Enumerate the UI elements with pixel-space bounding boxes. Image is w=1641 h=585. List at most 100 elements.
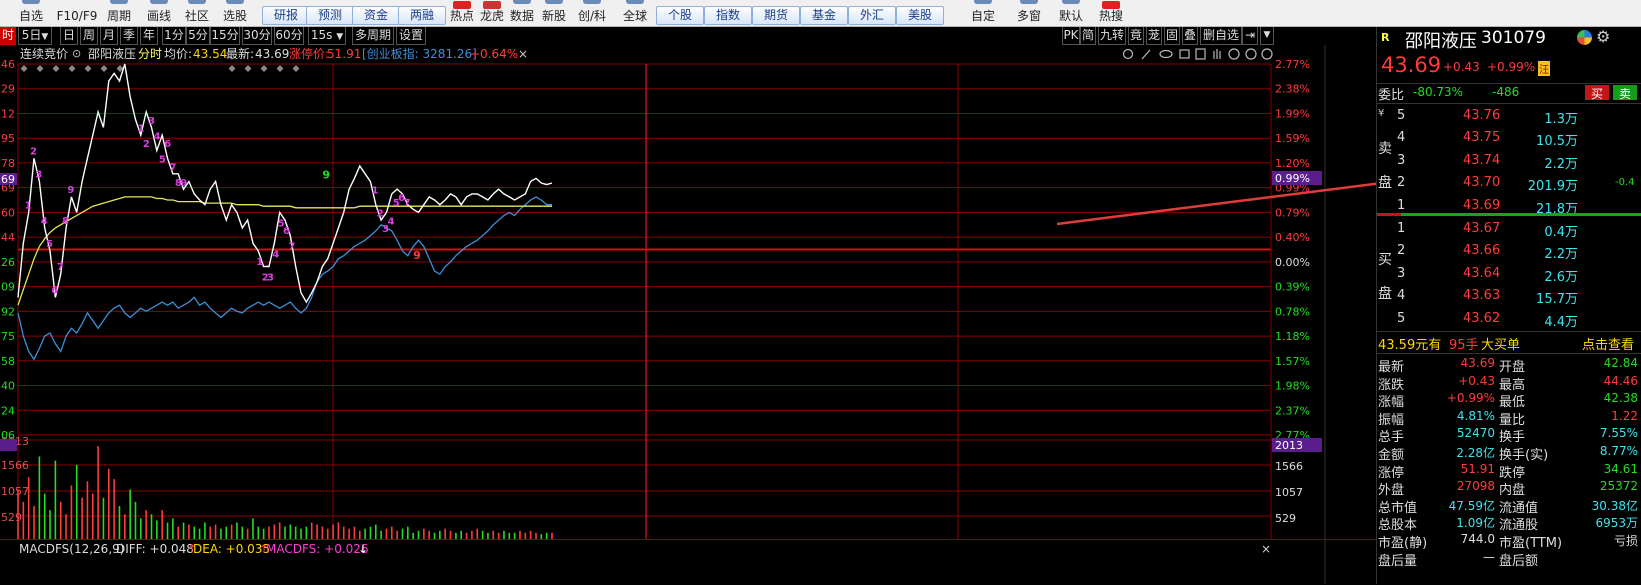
period-tab-day[interactable]: 日 bbox=[60, 27, 78, 45]
stock-name: 邵阳液压 bbox=[1405, 31, 1477, 52]
order-volume: 15.7万 bbox=[1536, 292, 1578, 308]
toolbar-global[interactable]: 全球 bbox=[620, 0, 650, 26]
fix-button[interactable]: 固 bbox=[1164, 27, 1180, 45]
stats-value: 34.61 bbox=[1603, 461, 1638, 476]
sequence-nine-green: 9 bbox=[322, 168, 330, 181]
margin-button[interactable]: 两融 bbox=[398, 6, 446, 25]
period-tab-season[interactable]: 季 bbox=[120, 27, 138, 45]
toolbar-ipo[interactable]: 新股 bbox=[540, 0, 568, 26]
stats-row: 金额 2.28亿 换手(实) 8.77% bbox=[1377, 444, 1641, 463]
order-level: 1 bbox=[1397, 197, 1406, 213]
buy-level-2[interactable]: 2 43.66 2.2万 bbox=[1377, 241, 1641, 262]
period-tab-15min[interactable]: 15分 bbox=[210, 27, 240, 45]
forex-tab-button[interactable]: 外汇 bbox=[848, 6, 896, 25]
period-tab-year[interactable]: 年 bbox=[140, 27, 158, 45]
intraday-chart[interactable]: 连续竞价 ⊙ 邵阳液压 分时 均价: 43.54 最新: 43.69 涨停价: … bbox=[0, 45, 1376, 584]
gear-icon[interactable]: ⚙ bbox=[1596, 27, 1610, 46]
funds-button[interactable]: 资金 bbox=[352, 6, 400, 25]
toolbar-custom[interactable]: 自定 bbox=[968, 0, 998, 26]
sequence-label-up: 7 bbox=[57, 262, 64, 273]
period-tab-month[interactable]: 月 bbox=[100, 27, 118, 45]
toolbar-default[interactable]: 默认 bbox=[1056, 0, 1086, 26]
toolbar-watchlist[interactable]: 自选 bbox=[14, 0, 48, 26]
period-tab-60min[interactable]: 60分 bbox=[274, 27, 304, 45]
sell-level-3[interactable]: 3 43.74 2.2万 bbox=[1377, 151, 1641, 172]
price-axis-label: 26 bbox=[1, 256, 15, 269]
period-tab-settings[interactable]: 设置 bbox=[396, 27, 426, 45]
view-detail-link[interactable]: 点击查看 bbox=[1582, 334, 1634, 353]
fund-tab-button[interactable]: 基金 bbox=[800, 6, 848, 25]
sell-level-2[interactable]: 2 43.70 201.9万 -0.4 bbox=[1377, 173, 1641, 194]
toolbar-draw[interactable]: 画线 bbox=[144, 0, 174, 26]
period-tab-5day[interactable]: 5日▼ bbox=[18, 27, 52, 45]
price-axis-label: 44 bbox=[1, 231, 15, 244]
buy-level-4[interactable]: 4 43.63 15.7万 bbox=[1377, 286, 1641, 308]
sequence-label-up: 3 bbox=[35, 169, 42, 180]
toolbar-data[interactable]: 数据 bbox=[508, 0, 536, 26]
auction-button[interactable]: 竟 bbox=[1128, 27, 1144, 45]
toolbar-community[interactable]: 社区 bbox=[182, 0, 212, 26]
order-price: 43.67 bbox=[1463, 221, 1501, 236]
price-axis-label: 12 bbox=[1, 107, 15, 120]
toolbar-hot-search[interactable]: 热搜 bbox=[1096, 0, 1126, 26]
sell-level-4[interactable]: 4 43.75 10.5万 bbox=[1377, 128, 1641, 149]
buy-button[interactable]: 买 bbox=[1585, 85, 1609, 101]
chevron-down-icon[interactable]: ▼ bbox=[1260, 27, 1274, 45]
forecast-button[interactable]: 预测 bbox=[306, 6, 354, 25]
futures-tab-button[interactable]: 期货 bbox=[752, 6, 800, 25]
stock-code: 301079 bbox=[1481, 28, 1546, 48]
pct-axis-label: 2.37% bbox=[1275, 404, 1310, 417]
cha-button[interactable]: 茏 bbox=[1146, 27, 1162, 45]
tail-arrow-icon[interactable]: ⇥ bbox=[1242, 27, 1258, 45]
index-tab-button[interactable]: 指数 bbox=[704, 6, 752, 25]
research-button[interactable]: 研报 bbox=[262, 6, 310, 25]
stats-value: 47.59亿 bbox=[1448, 498, 1495, 513]
pk-button[interactable]: PK bbox=[1062, 27, 1080, 45]
remove-watchlist-button[interactable]: 删自选 bbox=[1200, 27, 1242, 45]
stats-key: 最新 bbox=[1378, 360, 1405, 375]
pct-axis-label: 1.57% bbox=[1275, 355, 1310, 368]
current-pct-right: 0.99% bbox=[1275, 172, 1310, 185]
stats-value: +0.99% bbox=[1446, 391, 1495, 406]
stats-key: 换手 bbox=[1499, 430, 1526, 446]
buy-level-5[interactable]: 5 43.62 4.4万 bbox=[1377, 309, 1641, 330]
toolbar-stock-picker[interactable]: 选股 bbox=[220, 0, 250, 26]
period-tab-week[interactable]: 周 bbox=[80, 27, 98, 45]
stats-row: 市盈(静) 744.0 市盈(TTM) 亏损 bbox=[1377, 532, 1641, 551]
period-tab-multi[interactable]: 多周期 bbox=[352, 27, 394, 45]
order-volume: 4.4万 bbox=[1544, 314, 1578, 330]
overlay-button[interactable]: 叠 bbox=[1182, 27, 1198, 45]
period-tab-1min[interactable]: 1分 bbox=[162, 27, 186, 45]
toolbar-hot[interactable]: 热点 bbox=[448, 0, 476, 26]
order-price: 43.76 bbox=[1463, 108, 1501, 123]
toolbar-period[interactable]: 周期 bbox=[104, 0, 134, 26]
us-stock-tab-button[interactable]: 美股 bbox=[896, 6, 944, 25]
buy-level-3[interactable]: 3 43.64 2.6万 bbox=[1377, 264, 1641, 285]
buy-level-1[interactable]: 1 43.67 0.4万 bbox=[1377, 219, 1641, 240]
stock-tab-button[interactable]: 个股 bbox=[656, 6, 704, 25]
order-volume: 2.6万 bbox=[1544, 269, 1578, 285]
period-tab-30min[interactable]: 30分 bbox=[242, 27, 272, 45]
toolbar-dragon-tiger[interactable]: 龙虎 bbox=[478, 0, 506, 26]
period-tab-intraday[interactable]: 时 bbox=[0, 27, 16, 45]
hot-search-icon bbox=[1102, 1, 1120, 9]
pie-chart-icon[interactable] bbox=[1577, 30, 1592, 45]
sell-button[interactable]: 卖 bbox=[1613, 85, 1637, 101]
toolbar-multi-window[interactable]: 多窗 bbox=[1014, 0, 1044, 26]
pct-axis-label: 1.59% bbox=[1275, 132, 1310, 145]
stats-key: 盘后量 bbox=[1378, 553, 1418, 569]
pct-axis-label: 0.39% bbox=[1275, 281, 1310, 294]
close-icon[interactable]: × bbox=[518, 47, 528, 61]
sell-level-5[interactable]: 5 43.76 1.3万 bbox=[1377, 106, 1641, 127]
simple-button[interactable]: 简 bbox=[1080, 27, 1096, 45]
chevron-circle-icon[interactable]: ⊙ bbox=[72, 47, 81, 60]
data-icon bbox=[513, 0, 531, 4]
period-tab-5min[interactable]: 5分 bbox=[186, 27, 210, 45]
nine-turn-button[interactable]: 九转 bbox=[1098, 27, 1126, 45]
price-axis-label: 95 bbox=[1, 132, 15, 145]
close-icon[interactable]: × bbox=[1261, 542, 1271, 556]
toolbar-f10[interactable]: F10/F9 bbox=[52, 0, 102, 26]
down-arrow-icon: ↓ bbox=[358, 542, 368, 556]
toolbar-chinext[interactable]: 创/科 bbox=[572, 0, 612, 26]
period-tab-15s[interactable]: 15s ▼ bbox=[308, 27, 346, 45]
